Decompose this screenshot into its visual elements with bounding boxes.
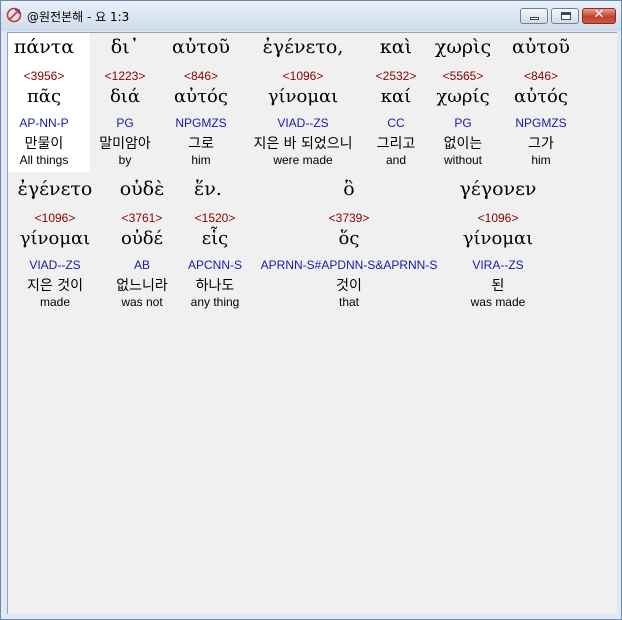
- window-title: @원전본해 - 요 1:3: [27, 10, 130, 24]
- parsing-code: NPGMZS: [175, 116, 227, 130]
- parsing-code: AB: [133, 258, 150, 272]
- greek-word: ἕν.: [194, 178, 222, 200]
- strong-number[interactable]: <3761>: [105, 211, 179, 225]
- word-cell[interactable]: αὐτοῦ <846> αὐτός NPGMZS 그로 him: [164, 36, 238, 171]
- greek-word: ὃ: [343, 178, 355, 200]
- minimize-icon: [530, 17, 539, 20]
- word-cell[interactable]: δι᾽ <1223> διά PG 말미암아 by: [88, 36, 162, 171]
- word-cell[interactable]: οὐδὲ <3761> οὐδέ AB 없느니라 was not: [105, 178, 179, 313]
- word-cell[interactable]: χωρὶς <5565> χωρίς PG 없이는 without: [428, 36, 498, 171]
- minimize-button[interactable]: [520, 8, 548, 24]
- korean-gloss: 말미암아: [99, 136, 151, 152]
- word-cell[interactable]: γέγονεν <1096> γίνομαι VIRA--ZS 된 was ma…: [448, 178, 548, 313]
- korean-gloss: 지은 것이: [27, 278, 83, 294]
- parsing-code: NPGMZS: [515, 116, 567, 130]
- lemma: αὐτός: [174, 86, 228, 107]
- korean-gloss: 하나도: [195, 278, 235, 294]
- app-icon: [6, 7, 22, 23]
- greek-word: ἐγένετο: [17, 178, 93, 200]
- korean-gloss: 된: [491, 278, 505, 294]
- word-cell[interactable]: ἕν. <1520> εἷς APCNN-S 하나도 any thing: [182, 178, 248, 313]
- english-gloss: without: [443, 153, 483, 167]
- parsing-code: APCNN-S: [187, 258, 242, 272]
- greek-word: χωρὶς: [434, 36, 492, 58]
- interlinear-panel: πάντα <3956> πᾶς AP-NN-P 만물이 All things …: [7, 32, 617, 614]
- greek-word: καὶ: [379, 36, 413, 58]
- english-gloss: was not: [121, 295, 163, 309]
- maximize-button[interactable]: [551, 8, 579, 24]
- title-bar[interactable]: @원전본해 - 요 1:3 ✕: [1, 1, 621, 31]
- close-icon: ✕: [593, 7, 605, 22]
- english-gloss: him: [531, 153, 551, 167]
- word-cell[interactable]: πάντα <3956> πᾶς AP-NN-P 만물이 All things: [4, 36, 84, 171]
- word-cell[interactable]: αὐτοῦ <846> αὐτός NPGMZS 그가 him: [504, 36, 578, 171]
- close-button[interactable]: ✕: [582, 7, 616, 24]
- strong-number[interactable]: <1096>: [243, 69, 363, 83]
- lemma: εἷς: [201, 228, 229, 249]
- word-cell[interactable]: καὶ <2532> καί CC 그리고 and: [366, 36, 426, 171]
- lemma: πᾶς: [26, 86, 62, 107]
- lemma: αὐτός: [514, 86, 568, 107]
- parsing-code: VIAD--ZS: [277, 116, 329, 130]
- greek-word: οὐδὲ: [119, 178, 165, 200]
- greek-word: ἐγένετο,: [262, 36, 344, 58]
- english-gloss: and: [385, 153, 407, 167]
- lemma: γίνομαι: [267, 86, 339, 107]
- strong-number[interactable]: <3956>: [4, 69, 84, 83]
- korean-gloss: 지은 바 되었으니: [253, 136, 353, 152]
- english-gloss: that: [338, 295, 359, 309]
- lemma: γίνομαι: [19, 228, 91, 249]
- lemma: ὅς: [338, 228, 360, 249]
- strong-number[interactable]: <2532>: [366, 69, 426, 83]
- english-gloss: were made: [273, 153, 333, 167]
- word-cell[interactable]: ὃ <3739> ὅς APRNN-S#APDNN-S&APRNN-S 것이 t…: [254, 178, 444, 313]
- korean-gloss: 없이는: [443, 136, 483, 152]
- strong-number[interactable]: <1223>: [88, 69, 162, 83]
- lemma: γίνομαι: [462, 228, 534, 249]
- parsing-code: CC: [387, 116, 405, 130]
- parsing-code: PG: [116, 116, 134, 130]
- korean-gloss: 그가: [528, 136, 554, 152]
- greek-word: αὐτοῦ: [512, 36, 570, 58]
- strong-number[interactable]: <1096>: [448, 211, 548, 225]
- korean-gloss: 그리고: [376, 136, 416, 152]
- lemma: διά: [109, 86, 141, 107]
- greek-word: δι᾽: [110, 36, 140, 58]
- greek-word: αὐτοῦ: [172, 36, 230, 58]
- greek-word: πάντα: [13, 36, 75, 58]
- lemma: καί: [380, 86, 412, 107]
- strong-number[interactable]: <846>: [504, 69, 578, 83]
- parsing-code: PG: [454, 116, 472, 130]
- strong-number[interactable]: <846>: [164, 69, 238, 83]
- korean-gloss: 만물이: [24, 136, 64, 152]
- parsing-code: AP-NN-P: [19, 116, 69, 130]
- strong-number[interactable]: <1096>: [8, 211, 102, 225]
- parsing-code: VIRA--ZS: [472, 258, 524, 272]
- lemma: χωρίς: [436, 86, 490, 107]
- korean-gloss: 것이: [336, 278, 362, 294]
- english-gloss: was made: [470, 295, 526, 309]
- english-gloss: All things: [19, 153, 69, 167]
- strong-number[interactable]: <1520>: [182, 211, 248, 225]
- english-gloss: by: [118, 153, 132, 167]
- strong-number[interactable]: <3739>: [254, 211, 444, 225]
- korean-gloss: 없느니라: [116, 278, 168, 294]
- word-cell[interactable]: ἐγένετο <1096> γίνομαι VIAD--ZS 지은 것이 ma…: [8, 178, 102, 313]
- lemma: οὐδέ: [121, 228, 163, 249]
- word-cell[interactable]: ἐγένετο, <1096> γίνομαι VIAD--ZS 지은 바 되었…: [243, 36, 363, 171]
- english-gloss: made: [39, 295, 71, 309]
- strong-number[interactable]: <5565>: [428, 69, 498, 83]
- english-gloss: any thing: [190, 295, 240, 309]
- english-gloss: him: [191, 153, 211, 167]
- parsing-code: APRNN-S#APDNN-S&APRNN-S: [260, 258, 438, 272]
- maximize-icon: [561, 12, 571, 20]
- korean-gloss: 그로: [188, 136, 214, 152]
- greek-word: γέγονεν: [459, 178, 537, 200]
- app-window: @원전본해 - 요 1:3 ✕ πάντα <3956> πᾶς AP-NN-P…: [0, 0, 622, 620]
- parsing-code: VIAD--ZS: [29, 258, 81, 272]
